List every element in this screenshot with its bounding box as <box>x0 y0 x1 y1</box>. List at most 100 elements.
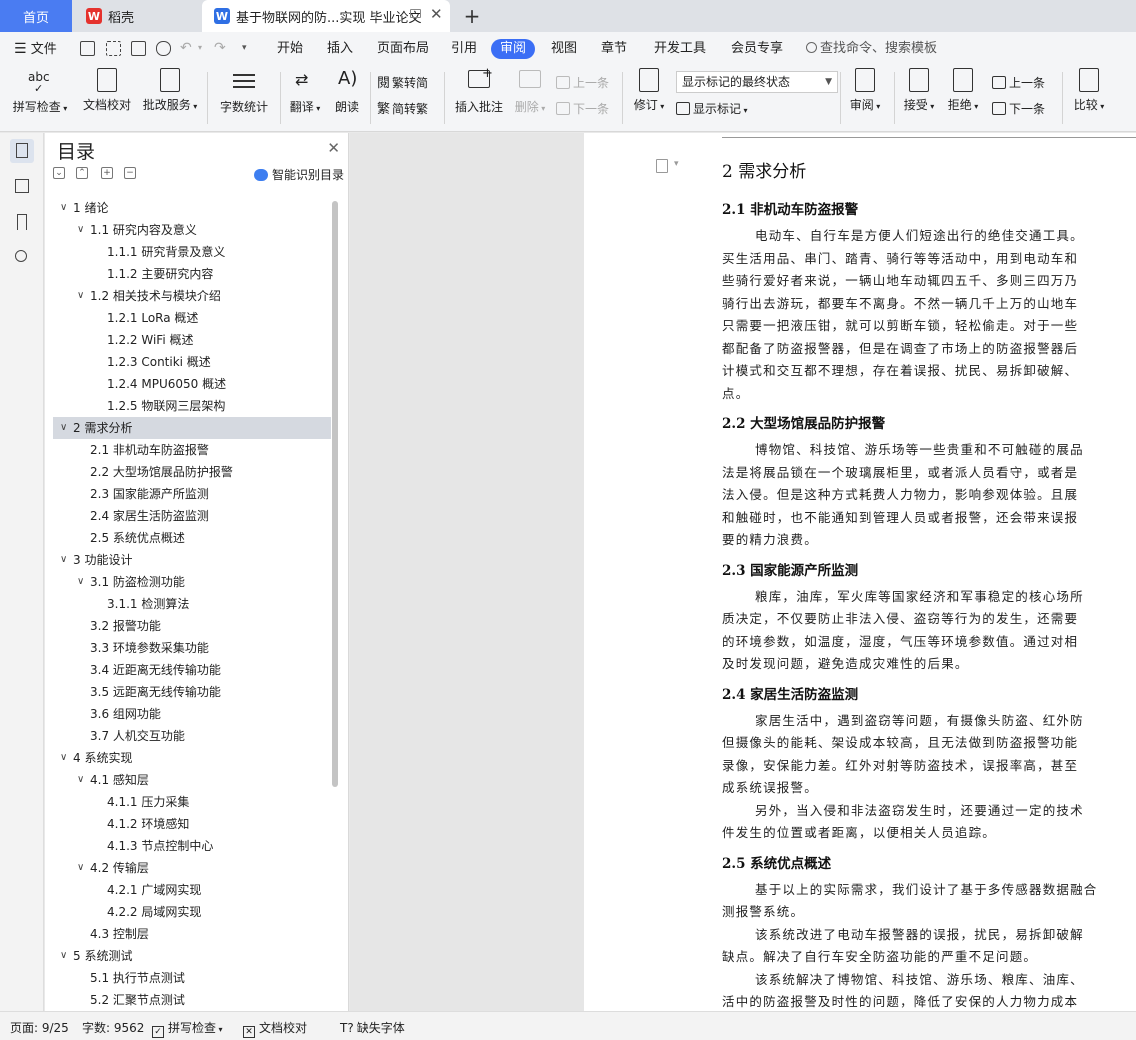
smart-toc-button[interactable]: 智能识别目录 <box>253 166 344 183</box>
menu-references[interactable]: 引用 <box>451 39 477 59</box>
chapter-nav-button[interactable] <box>10 175 34 199</box>
toc-item[interactable]: 1.2.1 LoRa 概述 <box>53 307 331 329</box>
redo-icon[interactable]: ↷ <box>214 40 226 56</box>
compare-button[interactable]: 比较 ▾ <box>1068 68 1110 113</box>
toc-item[interactable]: ∨ 3 功能设计 <box>53 549 331 571</box>
simp-to-trad-button[interactable]: 繁简转繁 <box>377 100 428 118</box>
collapse-all-icon[interactable]: ⌄ <box>53 167 65 179</box>
read-aloud-button[interactable]: A) 朗读 <box>330 68 364 115</box>
toc-item[interactable]: 4.2.2 局域网实现 <box>53 901 331 923</box>
accept-button[interactable]: 接受 ▾ <box>900 68 938 113</box>
toc-item[interactable]: 1.1.1 研究背景及意义 <box>53 241 331 263</box>
doc-proof-status[interactable]: ✕ 文档校对 <box>243 1019 307 1038</box>
toc-item[interactable]: ∨ 3.1 防盗检测功能 <box>53 571 331 593</box>
toc-item[interactable]: ∨ 1.1 研究内容及意义 <box>53 219 331 241</box>
command-search[interactable]: 查找命令、搜索模板 <box>806 39 937 59</box>
menu-page-layout[interactable]: 页面布局 <box>377 39 429 59</box>
search-nav-button[interactable] <box>10 246 34 270</box>
expand-all-icon[interactable]: ⌃ <box>76 167 88 179</box>
next-comment-button[interactable]: 下一条 <box>556 100 609 118</box>
toc-item[interactable]: 4.1.2 环境感知 <box>53 813 331 835</box>
prev-change-button[interactable]: 上一条 <box>992 74 1045 92</box>
batch-service-button[interactable]: 批改服务 ▾ <box>140 68 200 113</box>
menu-developer[interactable]: 开发工具 <box>654 39 706 59</box>
file-menu[interactable]: ☰ 文件 <box>14 39 57 59</box>
doc-proof-button[interactable]: 文档校对 <box>80 68 134 113</box>
menu-chapter[interactable]: 章节 <box>601 39 627 59</box>
undo-dropdown-icon[interactable]: ▾ <box>198 43 202 52</box>
toc-item[interactable]: 2.3 国家能源产所监测 <box>53 483 331 505</box>
markup-state-select[interactable]: 显示标记的最终状态 ▼ <box>676 71 838 93</box>
paragraph-menu-icon[interactable] <box>656 159 668 173</box>
translate-button[interactable]: ⇄ 翻译 ▾ <box>286 68 324 115</box>
toc-item[interactable]: 2.2 大型场馆展品防护报警 <box>53 461 331 483</box>
chevron-down-icon[interactable]: ∨ <box>60 197 67 219</box>
menu-view[interactable]: 视图 <box>551 39 577 59</box>
menu-start[interactable]: 开始 <box>277 39 303 59</box>
tab-document[interactable]: W 基于物联网的防...实现 毕业论文 ✕ <box>202 0 450 32</box>
word-count-button[interactable]: 字数统计 <box>216 68 272 115</box>
toc-item[interactable]: 3.2 报警功能 <box>53 615 331 637</box>
toc-item[interactable]: 2.4 家居生活防盗监测 <box>53 505 331 527</box>
save-icon[interactable] <box>80 41 95 56</box>
toc-item[interactable]: ∨ 1 绪论 <box>53 197 331 219</box>
new-tab-button[interactable]: + <box>458 0 486 32</box>
toc-item[interactable]: ∨ 4.1 感知层 <box>53 769 331 791</box>
export-pdf-icon[interactable] <box>106 41 121 56</box>
chevron-down-icon[interactable]: ∨ <box>77 571 84 593</box>
close-icon[interactable]: ✕ <box>327 139 340 157</box>
quick-access-dropdown-icon[interactable]: ▾ <box>242 43 247 53</box>
chevron-down-icon[interactable]: ∨ <box>77 857 84 879</box>
bookmark-nav-button[interactable] <box>10 211 34 235</box>
toc-item[interactable]: ∨ 1.2 相关技术与模块介绍 <box>53 285 331 307</box>
chevron-down-icon[interactable]: ∨ <box>77 769 84 791</box>
toc-item[interactable]: 4.3 控制层 <box>53 923 331 945</box>
document-body[interactable]: 2 需求分析 2.1 非机动车防盗报警 电动车、自行车是方便人们短途出行的绝佳交通工… <box>722 157 1136 1011</box>
tab-wps[interactable]: W 稻壳 <box>74 0 200 32</box>
tab-home[interactable]: 首页 <box>0 0 72 32</box>
toc-item[interactable]: 1.2.5 物联网三层架构 <box>53 395 331 417</box>
page-indicator[interactable]: 页面: 9/25 <box>10 1019 69 1036</box>
chevron-down-icon[interactable]: ∨ <box>60 549 67 571</box>
missing-font-status[interactable]: T? 缺失字体 <box>340 1019 405 1036</box>
chevron-down-icon[interactable]: ∨ <box>60 945 67 967</box>
toc-item[interactable]: 2.5 系统优点概述 <box>53 527 331 549</box>
toc-item[interactable]: 5.1 执行节点测试 <box>53 967 331 989</box>
chevron-down-icon[interactable]: ∨ <box>60 747 67 769</box>
word-count[interactable]: 字数: 9562 <box>82 1019 144 1036</box>
chevron-down-icon[interactable]: ∨ <box>77 285 84 307</box>
print-preview-icon[interactable] <box>156 41 171 56</box>
delete-comment-button[interactable]: 删除 ▾ <box>511 68 549 115</box>
close-tab-icon[interactable]: ✕ <box>430 5 443 23</box>
track-changes-button[interactable]: 修订 ▾ <box>630 68 668 113</box>
chevron-down-icon[interactable]: ▾ <box>674 159 679 169</box>
toc-item[interactable]: ∨ 4.2 传输层 <box>53 857 331 879</box>
undo-icon[interactable]: ↶ <box>180 40 192 56</box>
toc-item[interactable]: 5.2 汇聚节点测试 <box>53 989 331 1011</box>
chevron-down-icon[interactable]: ∨ <box>77 219 84 241</box>
menu-member[interactable]: 会员专享 <box>731 39 783 59</box>
toc-item[interactable]: 3.3 环境参数采集功能 <box>53 637 331 659</box>
toc-item[interactable]: 4.2.1 广域网实现 <box>53 879 331 901</box>
insert-comment-button[interactable]: + 插入批注 <box>452 66 506 115</box>
toc-item[interactable]: 1.2.2 WiFi 概述 <box>53 329 331 351</box>
reject-button[interactable]: 拒绝 ▾ <box>944 68 982 113</box>
chevron-down-icon[interactable]: ∨ <box>60 417 67 439</box>
toc-item[interactable]: 1.2.4 MPU6050 概述 <box>53 373 331 395</box>
screen-icon[interactable] <box>410 9 421 18</box>
spell-check-button[interactable]: abc ✓ 拼写检查 ▾ <box>10 68 70 115</box>
toc-item[interactable]: 2.1 非机动车防盗报警 <box>53 439 331 461</box>
trad-to-simp-button[interactable]: 閱繁转简 <box>377 74 428 92</box>
spell-check-status[interactable]: ✓ 拼写检查 ▾ <box>152 1019 223 1038</box>
toc-scrollbar[interactable] <box>332 201 338 787</box>
toc-nav-button[interactable] <box>10 139 34 163</box>
add-heading-icon[interactable]: + <box>101 167 113 179</box>
toc-item[interactable]: 3.4 近距离无线传输功能 <box>53 659 331 681</box>
toc-item[interactable]: 3.7 人机交互功能 <box>53 725 331 747</box>
toc-item[interactable]: ∨ 2 需求分析 <box>53 417 331 439</box>
menu-insert[interactable]: 插入 <box>327 39 353 59</box>
toc-item[interactable]: 4.1.3 节点控制中心 <box>53 835 331 857</box>
print-icon[interactable] <box>131 41 146 56</box>
toc-item[interactable]: ∨ 4 系统实现 <box>53 747 331 769</box>
toc-item[interactable]: 3.6 组网功能 <box>53 703 331 725</box>
